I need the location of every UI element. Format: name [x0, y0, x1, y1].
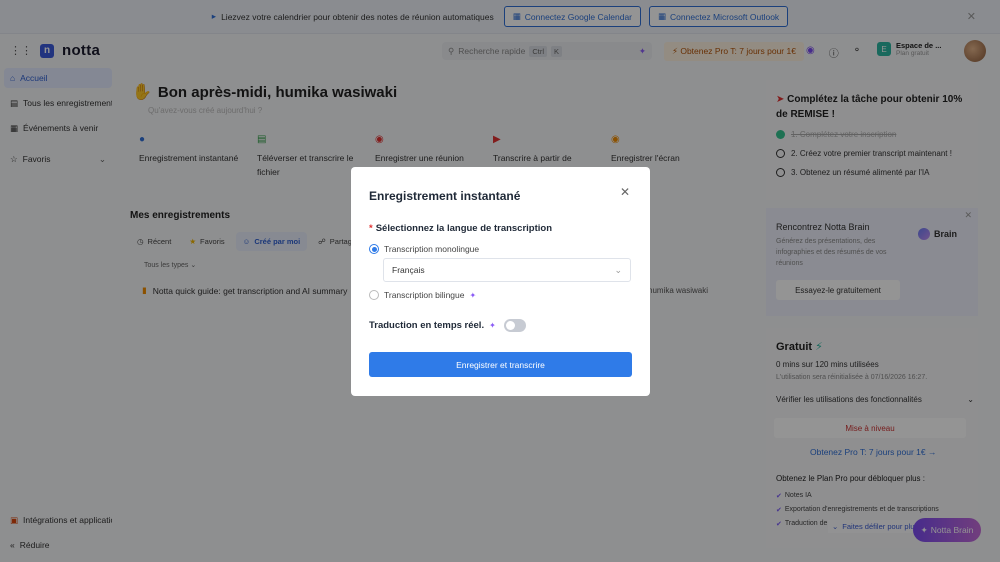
- radio-empty-icon[interactable]: [369, 290, 379, 300]
- radio-selected-icon[interactable]: [369, 244, 379, 254]
- dialog-title: Enregistrement instantané: [369, 189, 521, 203]
- radio-monolingual[interactable]: Transcription monolingue: [369, 244, 479, 254]
- record-and-transcribe-button[interactable]: Enregistrer et transcrire: [369, 352, 632, 377]
- language-select[interactable]: Français ⌄: [383, 258, 631, 282]
- live-translation-toggle[interactable]: [503, 319, 526, 332]
- premium-sparkle-icon: ✦: [469, 290, 477, 300]
- language-question: * Sélectionnez la langue de transcription: [369, 223, 553, 234]
- chevron-down-icon: ⌄: [614, 264, 622, 275]
- radio-bilingual[interactable]: Transcription bilingue ✦: [369, 290, 476, 300]
- required-mark: *: [369, 223, 373, 234]
- instant-recording-dialog: Enregistrement instantané ✕ * Sélectionne…: [351, 167, 650, 396]
- premium-sparkle-icon: ✦: [489, 321, 496, 330]
- live-translation-row: Traduction en temps réel. ✦: [369, 319, 526, 332]
- close-icon[interactable]: ✕: [620, 185, 630, 199]
